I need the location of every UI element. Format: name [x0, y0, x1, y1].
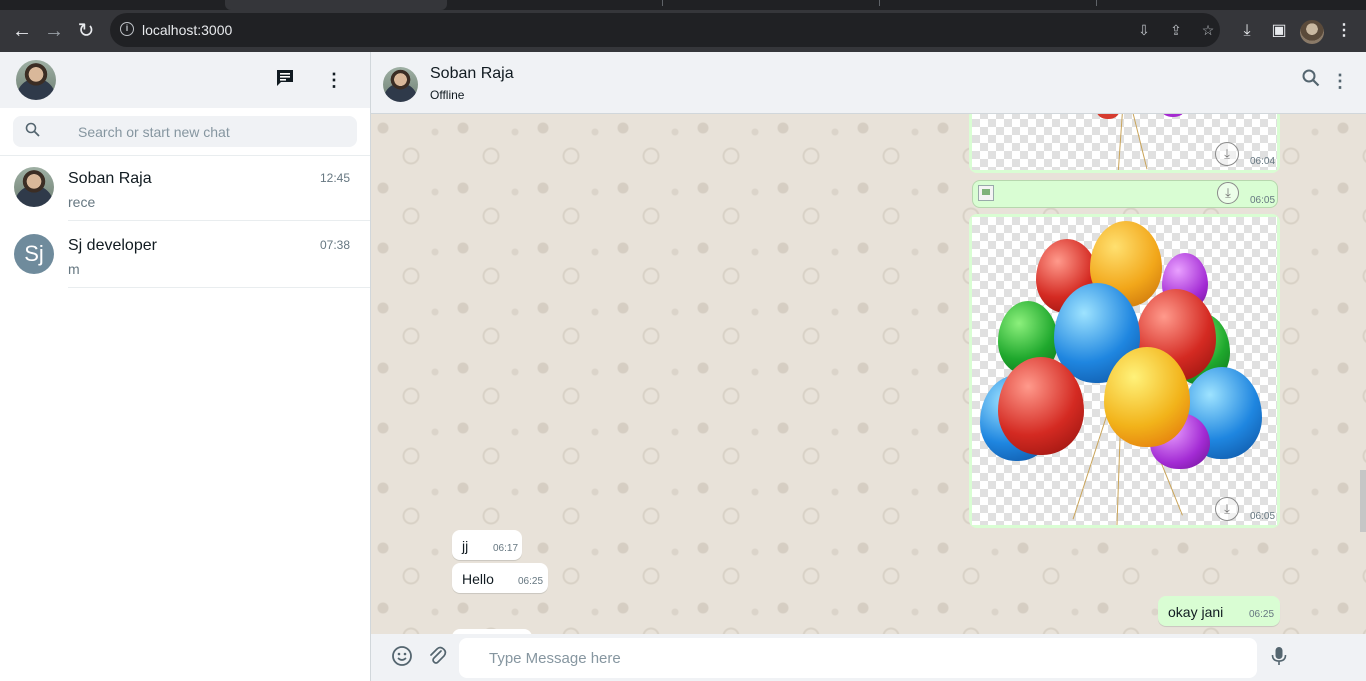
tab-separator: [662, 0, 663, 6]
search-box: [13, 116, 357, 147]
star-icon[interactable]: ☆: [1199, 21, 1217, 39]
download-icon[interactable]: ⤓: [1217, 182, 1239, 204]
download-icon[interactable]: ⤓: [1236, 20, 1258, 42]
balloon-string: [1117, 114, 1123, 170]
install-icon[interactable]: ⇩: [1135, 21, 1153, 39]
menu-icon[interactable]: ⋮: [322, 68, 346, 92]
chat-name: Sj developer: [68, 237, 157, 254]
contact-avatar: [14, 167, 54, 207]
message-time: 06:04: [1250, 156, 1276, 167]
scrollbar[interactable]: [1360, 470, 1366, 532]
message-bubble-out[interactable]: okay jani 06:25: [1158, 596, 1280, 626]
browser-chrome: ← → ↻ i localhost:3000 ⇩ ⇪ ☆ ⤓ ▣ ⋮: [0, 0, 1366, 52]
search-bar: [0, 108, 370, 156]
chat-time: 12:45: [319, 171, 350, 185]
broken-image-icon: [978, 185, 994, 201]
search-icon[interactable]: [1299, 69, 1323, 93]
sidebar: ⋮ Soban Raja rece 12:45 Sj Sj developer …: [0, 52, 371, 681]
conversation-pane: Soban Raja Offline ⋮ ⤓ 06:04 ⤓ 06:05 ⤓ 0…: [371, 52, 1366, 681]
message-time: 06:05: [1250, 511, 1276, 522]
sidebar-header: ⋮: [0, 52, 370, 108]
attach-icon[interactable]: [424, 645, 450, 671]
chat-name: Soban Raja: [68, 170, 152, 187]
search-input[interactable]: [75, 116, 345, 147]
message-input[interactable]: [459, 638, 1257, 678]
profile-avatar[interactable]: [1300, 20, 1324, 44]
menu-icon[interactable]: ⋮: [1328, 69, 1352, 93]
reload-icon[interactable]: ↻: [73, 18, 99, 44]
message-text: okay jani: [1168, 604, 1224, 620]
balloon-string: [1132, 114, 1148, 170]
contact-avatar[interactable]: [383, 67, 418, 102]
message-bubble-in[interactable]: jj 06:17: [452, 530, 522, 560]
search-icon[interactable]: [23, 122, 41, 140]
emoji-icon[interactable]: [389, 645, 415, 671]
image-message[interactable]: ⤓ 06:04: [969, 114, 1280, 173]
divider: [68, 287, 370, 288]
chat-last-message: rece: [68, 194, 96, 210]
new-chat-icon[interactable]: [273, 68, 297, 92]
sidepanel-icon[interactable]: ▣: [1268, 20, 1290, 42]
download-icon[interactable]: ⤓: [1215, 497, 1239, 521]
message-time: 06:17: [493, 543, 519, 554]
chat-list-item[interactable]: Sj Sj developer m 07:38: [0, 221, 370, 288]
chat-last-message: m: [68, 261, 80, 277]
message-time: 06:25: [518, 576, 544, 587]
balloon: [998, 357, 1084, 455]
my-avatar[interactable]: [16, 60, 56, 100]
message-bubble-in[interactable]: Hello 06:25: [452, 563, 548, 593]
chat-app: ⋮ Soban Raja rece 12:45 Sj Sj developer …: [0, 52, 1366, 681]
messages-area[interactable]: ⤓ 06:04 ⤓ 06:05 ⤓ 06:05 jj 06:17 Hello 0…: [371, 114, 1366, 634]
download-icon[interactable]: ⤓: [1215, 142, 1239, 166]
balloon: [1097, 114, 1119, 119]
active-tab[interactable]: [225, 0, 447, 10]
contact-status: Offline: [430, 88, 465, 102]
contact-avatar: Sj: [14, 234, 54, 274]
conversation-header: Soban Raja Offline ⋮: [371, 52, 1366, 114]
address-bar[interactable]: i localhost:3000 ⇩ ⇪ ☆: [110, 13, 1220, 47]
browser-toolbar: ← → ↻ i localhost:3000 ⇩ ⇪ ☆ ⤓ ▣ ⋮: [0, 10, 1366, 52]
tab-separator: [879, 0, 880, 6]
message-composer: [371, 634, 1366, 681]
balloon: [1162, 114, 1184, 117]
chat-time: 07:38: [319, 238, 350, 252]
message-time: 06:05: [1250, 195, 1276, 206]
image-message-broken[interactable]: ⤓ 06:05: [972, 180, 1278, 208]
chat-list-item[interactable]: Soban Raja rece 12:45: [0, 154, 370, 221]
menu-icon[interactable]: ⋮: [1333, 20, 1355, 42]
message-text: Hello: [462, 571, 494, 587]
image-content: [972, 217, 1277, 525]
message-time: 06:25: [1249, 609, 1275, 620]
info-icon[interactable]: i: [120, 22, 134, 36]
image-message[interactable]: ⤓ 06:05: [969, 214, 1280, 528]
back-icon[interactable]: ←: [9, 18, 35, 44]
forward-icon[interactable]: →: [41, 18, 67, 44]
share-icon[interactable]: ⇪: [1167, 21, 1185, 39]
balloon: [1104, 347, 1190, 447]
url-text[interactable]: localhost:3000: [142, 22, 232, 38]
message-text: jj: [462, 538, 469, 554]
tab-strip: [0, 0, 1366, 10]
tab-separator: [1096, 0, 1097, 6]
microphone-icon[interactable]: [1266, 645, 1292, 671]
contact-name[interactable]: Soban Raja: [430, 65, 514, 83]
